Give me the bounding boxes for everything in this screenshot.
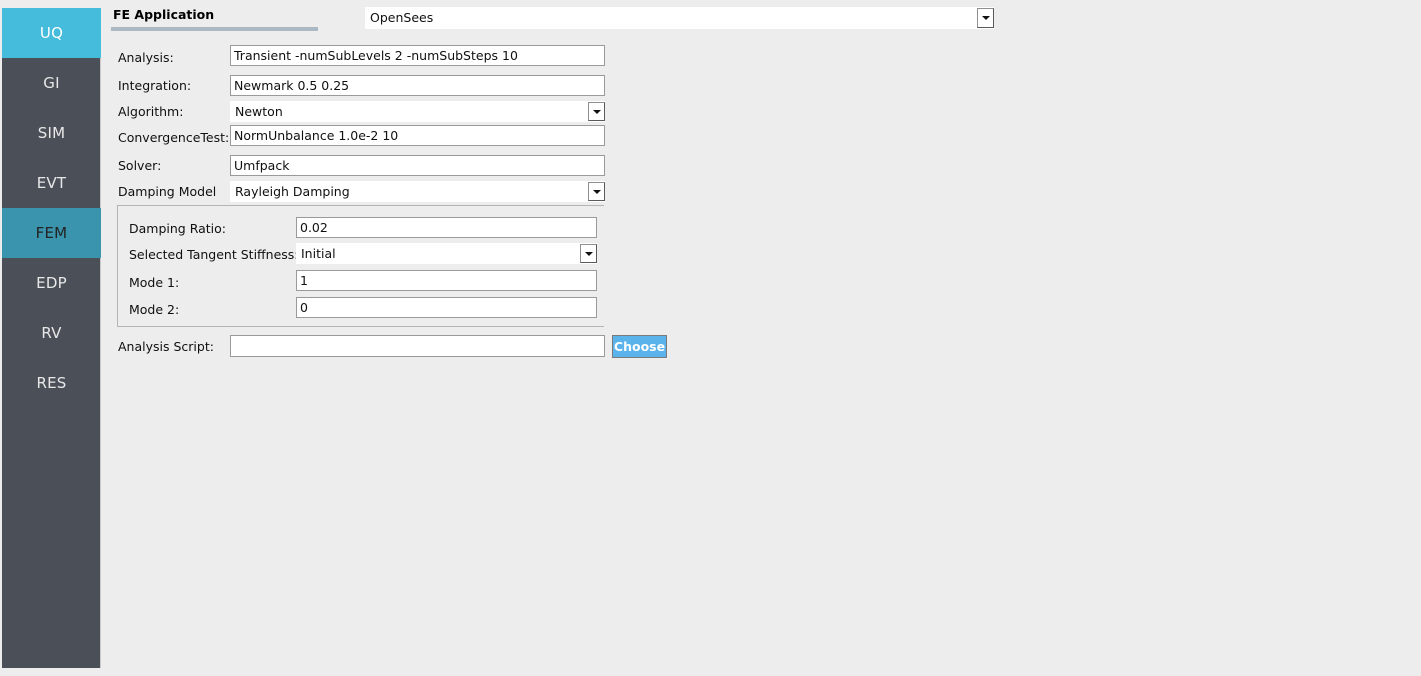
application-window: UQ GI SIM EVT FEM EDP RV RES FE Applicat… [0,0,1421,676]
damping-model-select[interactable]: Rayleigh Damping [230,181,605,202]
analysis-label: Analysis: [118,50,174,65]
analysis-script-input[interactable] [230,335,605,357]
sidebar-item-res[interactable]: RES [2,358,101,408]
sidebar-item-fem[interactable]: FEM [2,208,101,258]
convergence-test-input[interactable]: NormUnbalance 1.0e-2 10 [230,125,605,146]
sidebar-item-label: RV [41,324,62,342]
convergence-test-label: ConvergenceTest: [118,130,230,145]
analysis-input[interactable]: Transient -numSubLevels 2 -numSubSteps 1… [230,45,605,66]
workflow-sidebar: UQ GI SIM EVT FEM EDP RV RES [2,8,101,668]
rayleigh-damping-group: Damping Ratio: 0.02 Selected Tangent Sti… [117,205,604,327]
title-underline [111,27,318,31]
sidebar-item-rv[interactable]: RV [2,308,101,358]
choose-button[interactable]: Choose [612,335,667,358]
analysis-script-label: Analysis Script: [118,339,214,354]
tangent-stiffness-select-value: Initial [301,246,336,261]
sidebar-item-label: RES [36,374,67,392]
damping-model-label: Damping Model [118,184,217,199]
sidebar-item-sim[interactable]: SIM [2,108,101,158]
sidebar-item-gi[interactable]: GI [2,58,101,108]
tangent-stiffness-select[interactable]: Initial [296,243,597,264]
tangent-stiffness-label: Selected Tangent Stiffness: [129,247,299,262]
damping-model-select-value: Rayleigh Damping [235,184,350,199]
chevron-down-icon[interactable] [580,244,597,263]
fe-application-select[interactable]: OpenSees [365,7,994,29]
chevron-down-icon[interactable] [588,102,605,121]
mode-2-input[interactable]: 0 [296,297,597,318]
algorithm-select-value: Newton [235,104,283,119]
damping-ratio-label: Damping Ratio: [129,221,227,236]
sidebar-item-evt[interactable]: EVT [2,158,101,208]
integration-label: Integration: [118,78,192,93]
sidebar-item-label: GI [43,74,60,92]
fe-application-select-value: OpenSees [370,10,434,25]
sidebar-item-label: UQ [39,24,64,42]
solver-input[interactable]: Umfpack [230,155,605,176]
sidebar-item-label: SIM [37,124,66,142]
algorithm-label: Algorithm: [118,104,184,119]
fem-panel: FE Application OpenSees Analysis: Transi… [101,0,1421,676]
sidebar-item-label: EDP [36,274,67,292]
page-title: FE Application [113,7,215,22]
sidebar-item-uq[interactable]: UQ [2,8,101,58]
mode-2-label: Mode 2: [129,302,180,317]
solver-label: Solver: [118,158,162,173]
integration-input[interactable]: Newmark 0.5 0.25 [230,75,605,96]
mode-1-label: Mode 1: [129,275,180,290]
algorithm-select[interactable]: Newton [230,101,605,122]
sidebar-item-label: FEM [35,224,68,242]
sidebar-item-label: EVT [36,174,67,192]
damping-ratio-input[interactable]: 0.02 [296,217,597,238]
sidebar-item-edp[interactable]: EDP [2,258,101,308]
chevron-down-icon[interactable] [588,182,605,201]
mode-1-input[interactable]: 1 [296,270,597,291]
chevron-down-icon[interactable] [977,8,994,28]
